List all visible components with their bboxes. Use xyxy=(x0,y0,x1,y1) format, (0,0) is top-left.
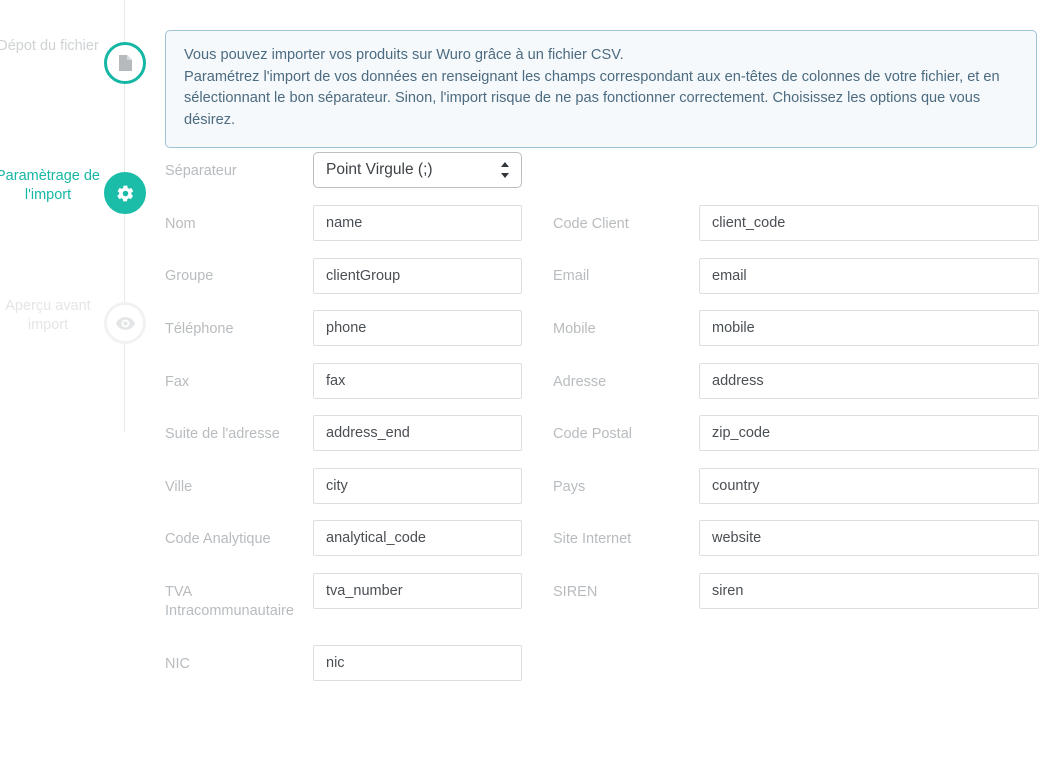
field-label-nic: NIC xyxy=(165,656,190,672)
field-input-email[interactable] xyxy=(699,258,1039,294)
field-input-telephone[interactable] xyxy=(313,310,522,346)
import-wizard-page: Dépot du fichier Paramètrage de l'import… xyxy=(0,0,1049,765)
field-label-adresse: Adresse xyxy=(553,374,607,390)
field-input-groupe[interactable] xyxy=(313,258,522,294)
field-label-groupe: Groupe xyxy=(165,268,214,284)
field-label-code-client: Code Client xyxy=(553,216,629,232)
field-input-suite-adresse[interactable] xyxy=(313,415,522,451)
field-input-siren[interactable] xyxy=(699,573,1039,609)
field-input-nom[interactable] xyxy=(313,205,522,241)
field-input-nic[interactable] xyxy=(313,645,522,681)
field-label-mobile: Mobile xyxy=(553,321,596,337)
field-input-fax[interactable] xyxy=(313,363,522,399)
separator-select-value: Point Virgule (;) xyxy=(326,161,433,178)
field-label-ville: Ville xyxy=(165,479,193,495)
field-label-siren: SIREN xyxy=(553,584,598,600)
import-mapping-form: Séparateur Point Virgule (;) Nom Groupe … xyxy=(0,0,1049,765)
field-input-mobile[interactable] xyxy=(699,310,1039,346)
field-input-site-internet[interactable] xyxy=(699,520,1039,556)
field-label-code-postal: Code Postal xyxy=(553,426,632,442)
separator-label: Séparateur xyxy=(165,163,237,179)
field-label-tva-intracommunautaire: TVA Intracommunautaire xyxy=(165,584,294,619)
field-input-code-client[interactable] xyxy=(699,205,1039,241)
wizard-footer: Précédent Suivant xyxy=(0,700,1049,765)
field-input-pays[interactable] xyxy=(699,468,1039,504)
field-label-site-internet: Site Internet xyxy=(553,531,632,547)
field-input-code-analytique[interactable] xyxy=(313,520,522,556)
field-input-ville[interactable] xyxy=(313,468,522,504)
field-label-telephone: Téléphone xyxy=(165,321,234,337)
field-label-code-analytique: Code Analytique xyxy=(165,531,271,547)
field-label-nom: Nom xyxy=(165,216,196,232)
field-input-adresse[interactable] xyxy=(699,363,1039,399)
field-input-tva-intracommunautaire[interactable] xyxy=(313,573,522,609)
field-label-pays: Pays xyxy=(553,479,586,495)
field-label-fax: Fax xyxy=(165,374,190,390)
separator-select[interactable]: Point Virgule (;) xyxy=(313,152,522,188)
field-label-suite-adresse: Suite de l'adresse xyxy=(165,426,280,442)
updown-arrows-icon xyxy=(501,162,509,178)
field-input-code-postal[interactable] xyxy=(699,415,1039,451)
field-label-email: Email xyxy=(553,268,590,284)
